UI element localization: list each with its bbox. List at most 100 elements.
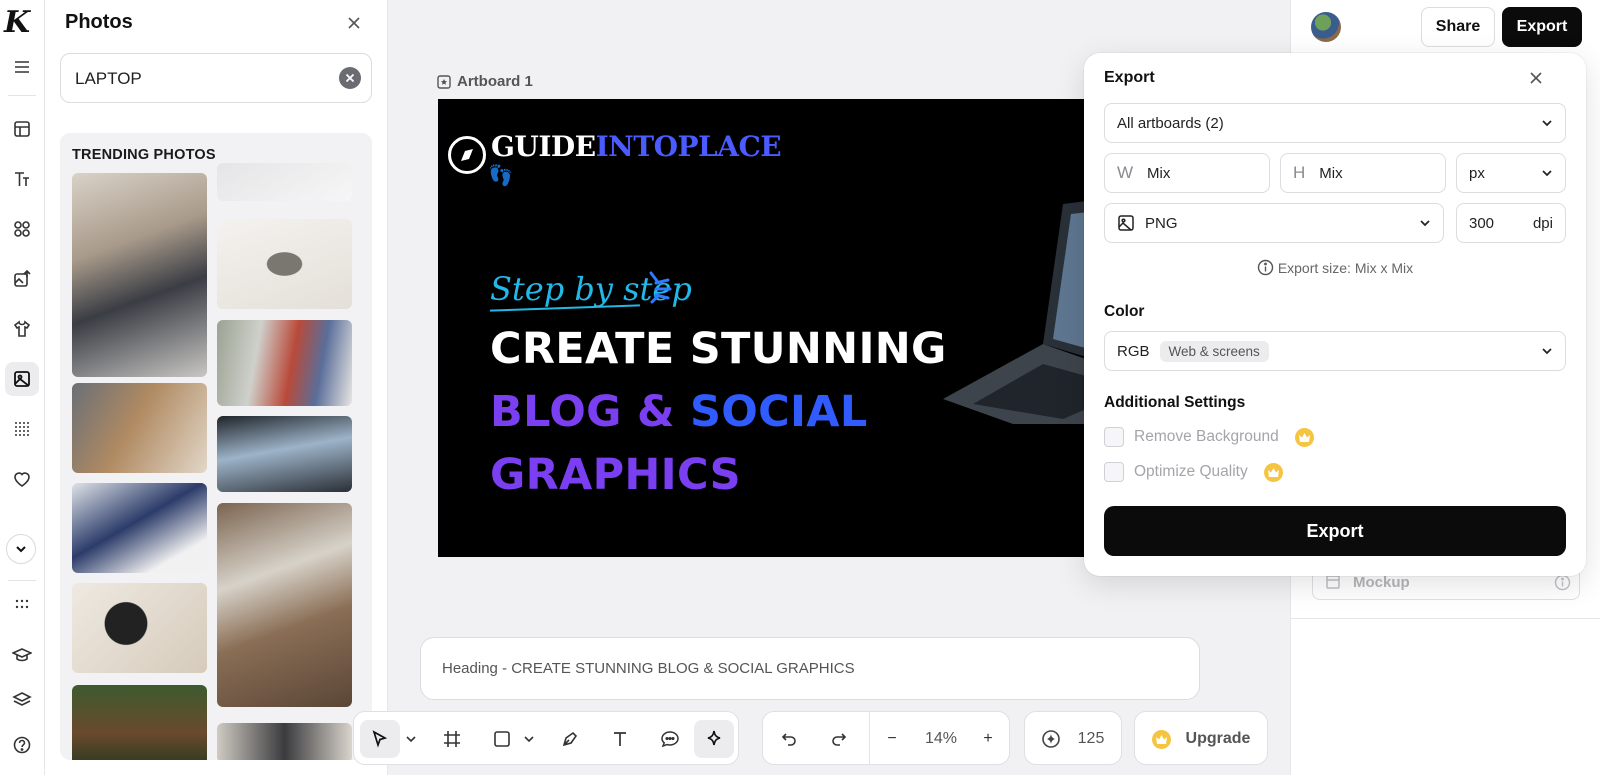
width-label: W [1117,163,1134,182]
height-value: Mix [1319,164,1343,182]
artboard-label[interactable]: Artboard 1 [437,73,533,90]
mockup-label: Mockup [1353,573,1410,591]
close-icon[interactable] [343,12,365,34]
select-tool-icon[interactable] [360,720,400,758]
color-mode-select[interactable]: RGB Web & screens [1104,331,1566,371]
help-icon[interactable] [5,728,39,762]
frame-tool-icon[interactable] [432,720,472,758]
photo-thumbnail[interactable] [217,320,352,406]
learn-icon[interactable] [5,638,39,672]
patterns-icon[interactable] [5,412,39,446]
search-input[interactable] [75,66,315,92]
redo-icon[interactable] [819,720,859,758]
close-icon[interactable] [1524,66,1548,90]
unit-value: px [1469,164,1485,182]
photo-thumbnail[interactable] [217,416,352,492]
artboard[interactable]: GUIDEINTOPLACE 👣 Step by step CREATE STU… [438,99,1138,557]
photos-panel: Photos TRENDING PHOTOS [45,0,388,775]
photo-thumbnail[interactable] [72,483,207,573]
photo-thumbnail[interactable] [217,163,352,201]
layout-icon[interactable] [5,112,39,146]
credits-count: 125 [1077,730,1105,747]
headline-line-3: GRAPHICS [490,450,741,500]
chevron-down-icon[interactable] [402,720,420,758]
crown-icon [1263,462,1283,482]
layers-icon[interactable] [5,683,39,717]
plus-circle-icon [1037,720,1065,758]
photo-thumbnail[interactable] [217,723,352,760]
image-icon [1118,215,1134,231]
zoom-out-button[interactable]: − [875,720,909,758]
left-rail: K [0,0,45,775]
export-button-header[interactable]: Export [1502,7,1582,47]
panel-title: Photos [65,11,133,33]
export-size-text: Export size: Mix x Mix [1277,259,1414,276]
selected-layer-bar[interactable]: Heading - CREATE STUNNING BLOG & SOCIAL … [420,637,1200,700]
crown-icon [1294,427,1314,447]
text-icon[interactable] [5,162,39,196]
photo-thumbnail[interactable] [72,173,207,377]
upgrade-label: Upgrade [1185,730,1251,747]
width-field[interactable]: W Mix [1104,153,1270,193]
remove-background-option[interactable]: Remove Background [1104,427,1314,447]
chevron-down-icon[interactable] [520,720,538,758]
optimize-quality-option[interactable]: Optimize Quality [1104,462,1283,482]
export-size-note: Export size: Mix x Mix [1104,259,1566,276]
app-logo[interactable]: K [4,4,36,42]
height-label: H [1293,163,1306,182]
artboards-value: All artboards (2) [1117,114,1224,132]
favorites-icon[interactable] [5,462,39,496]
zoom-level[interactable]: 14% [913,720,969,758]
rail-divider [8,580,36,581]
rail-divider [8,95,36,96]
chevron-down-icon [1542,348,1552,355]
pen-tool-icon[interactable] [550,720,590,758]
photo-thumbnail[interactable] [217,219,352,309]
undo-icon[interactable] [769,720,809,758]
elements-icon[interactable] [5,212,39,246]
zoom-in-button[interactable]: + [971,720,1005,758]
height-field[interactable]: H Mix [1280,153,1446,193]
chevron-down-icon [1542,170,1552,177]
crown-icon [1149,720,1173,758]
dpi-value: 300 [1469,214,1495,232]
photo-thumbnail[interactable] [72,685,207,760]
photo-thumbnail[interactable] [72,583,207,673]
optimize-quality-checkbox[interactable] [1104,462,1124,482]
uploads-icon[interactable] [5,262,39,296]
toolbar-divider [869,712,870,764]
dpi-field[interactable]: 300 dpi [1456,203,1566,243]
export-button[interactable]: Export [1104,506,1566,556]
shape-tool-icon[interactable] [482,720,522,758]
tshirt-icon[interactable] [5,312,39,346]
section-title: TRENDING PHOTOS [72,147,216,163]
share-button[interactable]: Share [1421,7,1495,47]
photos-icon[interactable] [5,362,39,396]
menu-icon[interactable] [5,50,39,84]
comment-tool-icon[interactable] [650,720,690,758]
compass-logo-icon [448,136,486,174]
clear-search-icon[interactable] [339,67,361,89]
avatar[interactable] [1311,12,1341,42]
apps-icon[interactable] [5,588,39,622]
remove-background-checkbox[interactable] [1104,427,1124,447]
unit-select[interactable]: px [1456,153,1566,193]
upgrade-button[interactable]: Upgrade [1134,711,1268,765]
brand-logo-text: GUIDEINTOPLACE [491,130,782,163]
zoom-toolbar: − 14% + [762,711,1010,765]
text-tool-icon[interactable] [600,720,640,758]
artboards-select[interactable]: All artboards (2) [1104,103,1566,143]
popover-title: Export [1104,69,1155,86]
artboard-name: Artboard 1 [457,73,533,90]
optimize-quality-label: Optimize Quality [1134,463,1248,480]
collapse-icon[interactable] [6,534,36,564]
footprints-icon: 👣 [488,165,513,187]
dpi-label: dpi [1532,214,1553,232]
color-mode-tag: Web & screens [1159,340,1269,362]
photo-thumbnail[interactable] [72,383,207,473]
ai-sparkle-icon[interactable] [694,720,734,758]
credits-button[interactable]: 125 [1024,711,1122,765]
photo-thumbnail[interactable] [217,503,352,707]
format-select[interactable]: PNG [1104,203,1444,243]
remove-background-label: Remove Background [1134,428,1279,445]
